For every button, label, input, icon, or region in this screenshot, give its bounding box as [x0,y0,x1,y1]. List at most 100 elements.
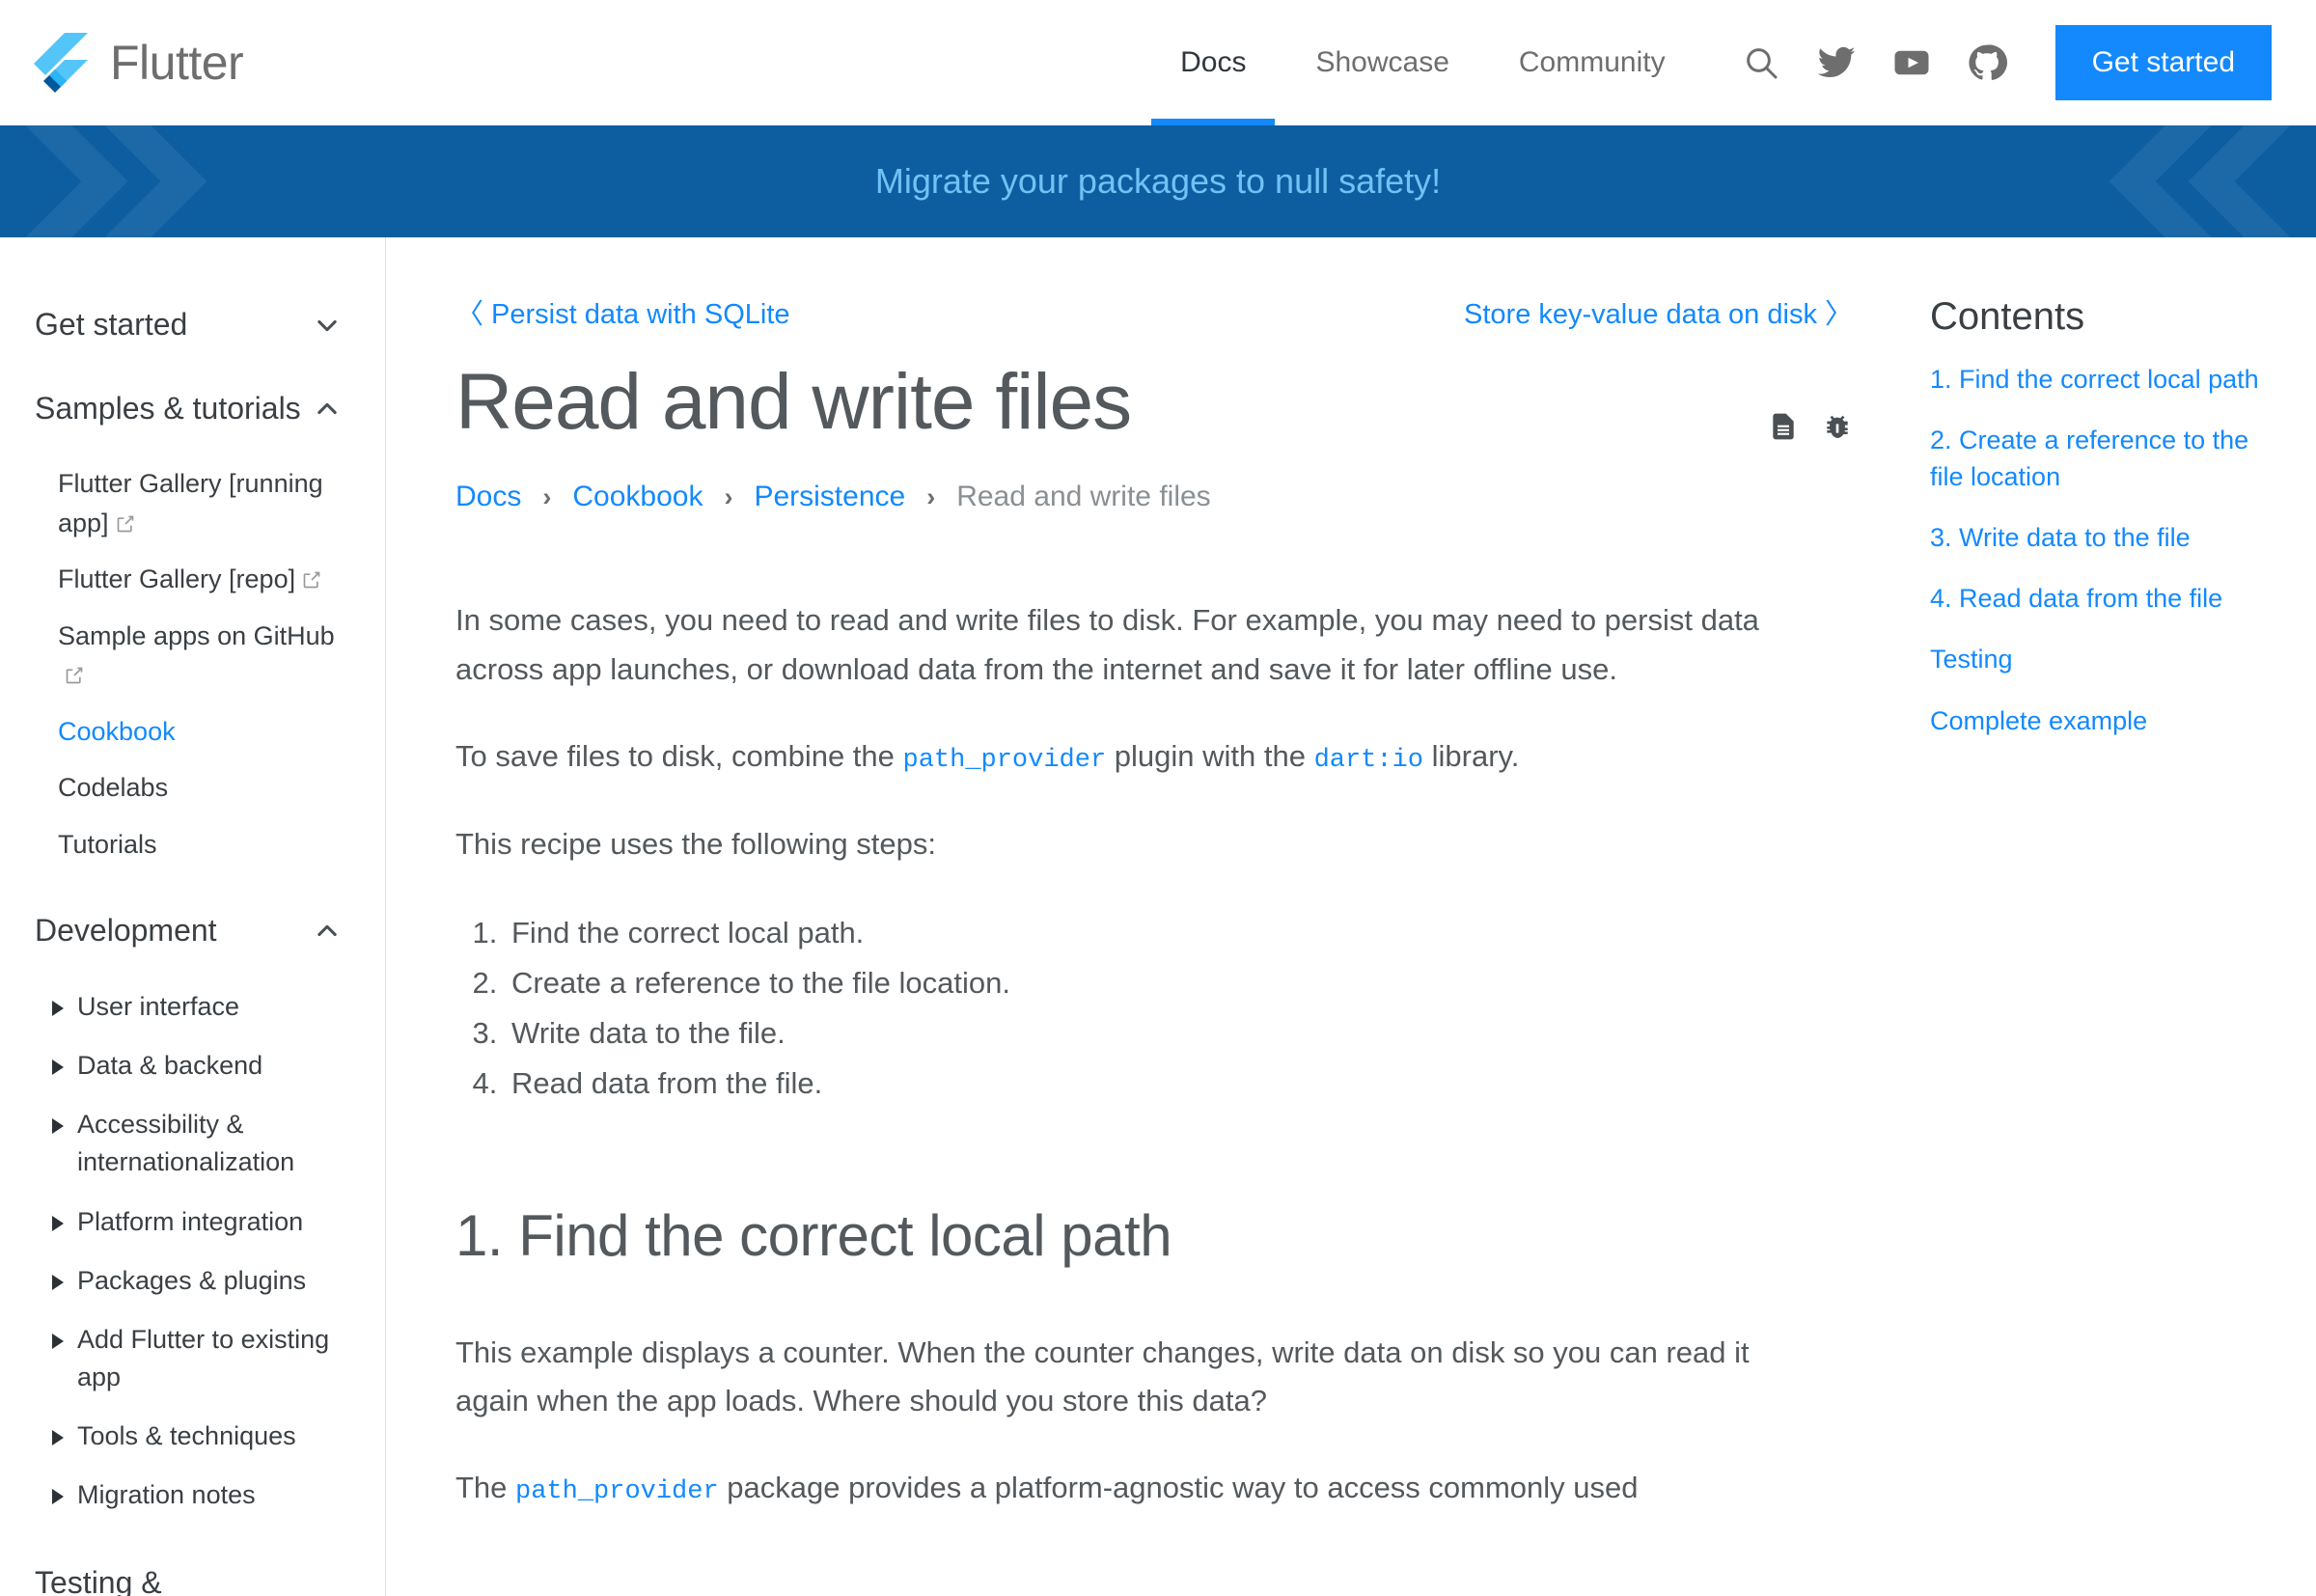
toc-item-create-a-reference-to-the-file-location[interactable]: 2. Create a reference to the file locati… [1930,423,2277,495]
triangle-right-icon [52,1430,64,1445]
external-link-icon [302,570,321,590]
sidebar-samples-list: Flutter Gallery [running app] Flutter Ga… [31,455,352,872]
sidebar-item-label: Add Flutter to existing app [77,1321,352,1396]
triangle-right-icon [52,1275,64,1290]
recipe-steps-list: Find the correct local path. Create a re… [455,908,1853,1109]
sidebar-item-label: Data & backend [77,1047,262,1085]
sidebar-group-development[interactable]: Development [31,901,352,960]
sidebar-item-flutter-gallery-running-app[interactable]: Flutter Gallery [running app] [31,455,352,551]
section-heading-find-local-path: 1. Find the correct local path [455,1201,1853,1271]
sidebar-group-get-started[interactable]: Get started [31,295,352,354]
toc-title: Contents [1930,295,2277,339]
main-content: 〈 Persist data with SQLite Store key-val… [386,237,1911,1596]
title-actions [1768,347,1853,447]
list-item: Find the correct local path. [506,908,1853,958]
sidebar-item-tutorials[interactable]: Tutorials [31,816,352,873]
sidebar-item-label: Packages & plugins [77,1262,306,1300]
sidebar-group-testing[interactable]: Testing & [31,1554,352,1596]
breadcrumb-item-persistence[interactable]: Persistence [754,481,905,513]
brand-name: Flutter [110,39,243,87]
toc-item-read-data-from-the-file[interactable]: 4. Read data from the file [1930,581,2277,617]
breadcrumb-item-current: Read and write files [956,481,1210,513]
github-icon[interactable] [1949,25,2025,100]
twitter-icon[interactable] [1799,25,1874,100]
code-path-provider[interactable]: path_provider [515,1477,719,1506]
list-item: Read data from the file. [506,1059,1853,1109]
sidebar-item-label: User interface [77,988,239,1026]
breadcrumb-item-cookbook[interactable]: Cookbook [572,481,703,513]
header-icon-links [1700,25,2025,100]
external-link-icon [116,514,135,534]
bug-report-icon[interactable] [1822,411,1853,447]
toc-item-write-data-to-the-file[interactable]: 3. Write data to the file [1930,520,2277,556]
sidebar-group-label: Testing & [35,1565,162,1596]
title-row: Read and write files [455,347,1853,448]
chevron-up-icon [314,396,341,423]
text-fragment: library. [1423,739,1519,773]
sidebar-item-label: Flutter Gallery [running app] [58,469,323,537]
nav-item-showcase[interactable]: Showcase [1281,0,1483,125]
youtube-icon[interactable] [1874,25,1949,100]
sidebar-item-data-backend[interactable]: Data & backend [31,1036,352,1095]
text-fragment: package provides a platform-agnostic way… [719,1471,1639,1504]
sidebar-item-packages-plugins[interactable]: Packages & plugins [31,1252,352,1310]
nav-item-community[interactable]: Community [1484,0,1700,125]
breadcrumb-separator-icon: › [926,482,935,512]
external-link-icon [65,666,84,685]
list-item: Write data to the file. [506,1008,1853,1059]
sidebar-item-codelabs[interactable]: Codelabs [31,759,352,816]
nav-item-docs[interactable]: Docs [1145,0,1281,125]
description-doc-icon[interactable] [1768,411,1799,447]
previous-page-link[interactable]: 〈 Persist data with SQLite [455,291,790,332]
sidebar-group-label: Samples & tutorials [35,391,301,427]
triangle-right-icon [52,1216,64,1231]
promo-banner: Migrate your packages to null safety! [0,125,2316,237]
sidebar-group-samples-tutorials[interactable]: Samples & tutorials [31,379,352,438]
sidebar-item-migration-notes[interactable]: Migration notes [31,1466,352,1525]
breadcrumb-separator-icon: › [724,482,732,512]
triangle-right-icon [52,1334,64,1349]
text-fragment: To save files to disk, combine the [455,739,903,773]
left-sidebar: Get started Samples & tutorials Flutter … [0,237,386,1596]
list-item: Create a reference to the file location. [506,958,1853,1008]
sidebar-item-add-flutter-to-existing-app[interactable]: Add Flutter to existing app [31,1310,352,1407]
page-body: Get started Samples & tutorials Flutter … [0,237,2316,1596]
toc-item-testing[interactable]: Testing [1930,642,2277,677]
intro-paragraph: In some cases, you need to read and writ… [455,596,1797,693]
sidebar-item-label: Flutter Gallery [repo] [58,564,295,593]
sidebar-group-label: Get started [35,307,187,343]
flutter-logo-icon [29,31,89,95]
search-icon[interactable] [1723,25,1799,100]
sidebar-item-flutter-gallery-repo[interactable]: Flutter Gallery [repo] [31,551,352,608]
sidebar-item-label: Accessibility & internationalization [77,1106,352,1181]
sidebar-item-label: Platform integration [77,1203,303,1241]
next-page-link[interactable]: Store key-value data on disk 〉 [1464,291,1853,332]
breadcrumb: Docs › Cookbook › Persistence › Read and… [455,481,1853,513]
triangle-right-icon [52,1489,64,1504]
steps-intro-paragraph: This recipe uses the following steps: [455,820,1797,868]
sidebar-item-accessibility-internationalization[interactable]: Accessibility & internationalization [31,1095,352,1192]
sidebar-item-platform-integration[interactable]: Platform integration [31,1193,352,1252]
page-title: Read and write files [455,357,1131,448]
site-header: Flutter Docs Showcase Community [0,0,2316,125]
toc-item-find-the-correct-local-path[interactable]: 1. Find the correct local path [1930,362,2277,398]
brand-home-link[interactable]: Flutter [29,31,243,95]
banner-link[interactable]: Migrate your packages to null safety! [875,161,1441,202]
sidebar-item-label: Tools & techniques [77,1417,296,1455]
toc-item-complete-example[interactable]: Complete example [1930,703,2277,739]
main-nav: Docs Showcase Community [1145,0,1699,125]
breadcrumb-item-docs[interactable]: Docs [455,481,521,513]
sidebar-development-list: User interface Data & backend Accessibil… [31,977,352,1525]
sidebar-item-label: Migration notes [77,1476,256,1514]
sidebar-item-user-interface[interactable]: User interface [31,977,352,1036]
doc-pager: 〈 Persist data with SQLite Store key-val… [455,291,1853,332]
get-started-button[interactable]: Get started [2055,25,2272,100]
sidebar-item-tools-techniques[interactable]: Tools & techniques [31,1407,352,1466]
code-dart-io[interactable]: dart:io [1314,746,1423,775]
code-path-provider[interactable]: path_provider [903,746,1107,775]
sidebar-item-sample-apps-on-github[interactable]: Sample apps on GitHub [31,608,352,703]
sidebar-item-cookbook[interactable]: Cookbook [31,703,352,760]
triangle-right-icon [52,1001,64,1016]
counter-example-paragraph: This example displays a counter. When th… [455,1329,1797,1425]
breadcrumb-separator-icon: › [542,482,551,512]
